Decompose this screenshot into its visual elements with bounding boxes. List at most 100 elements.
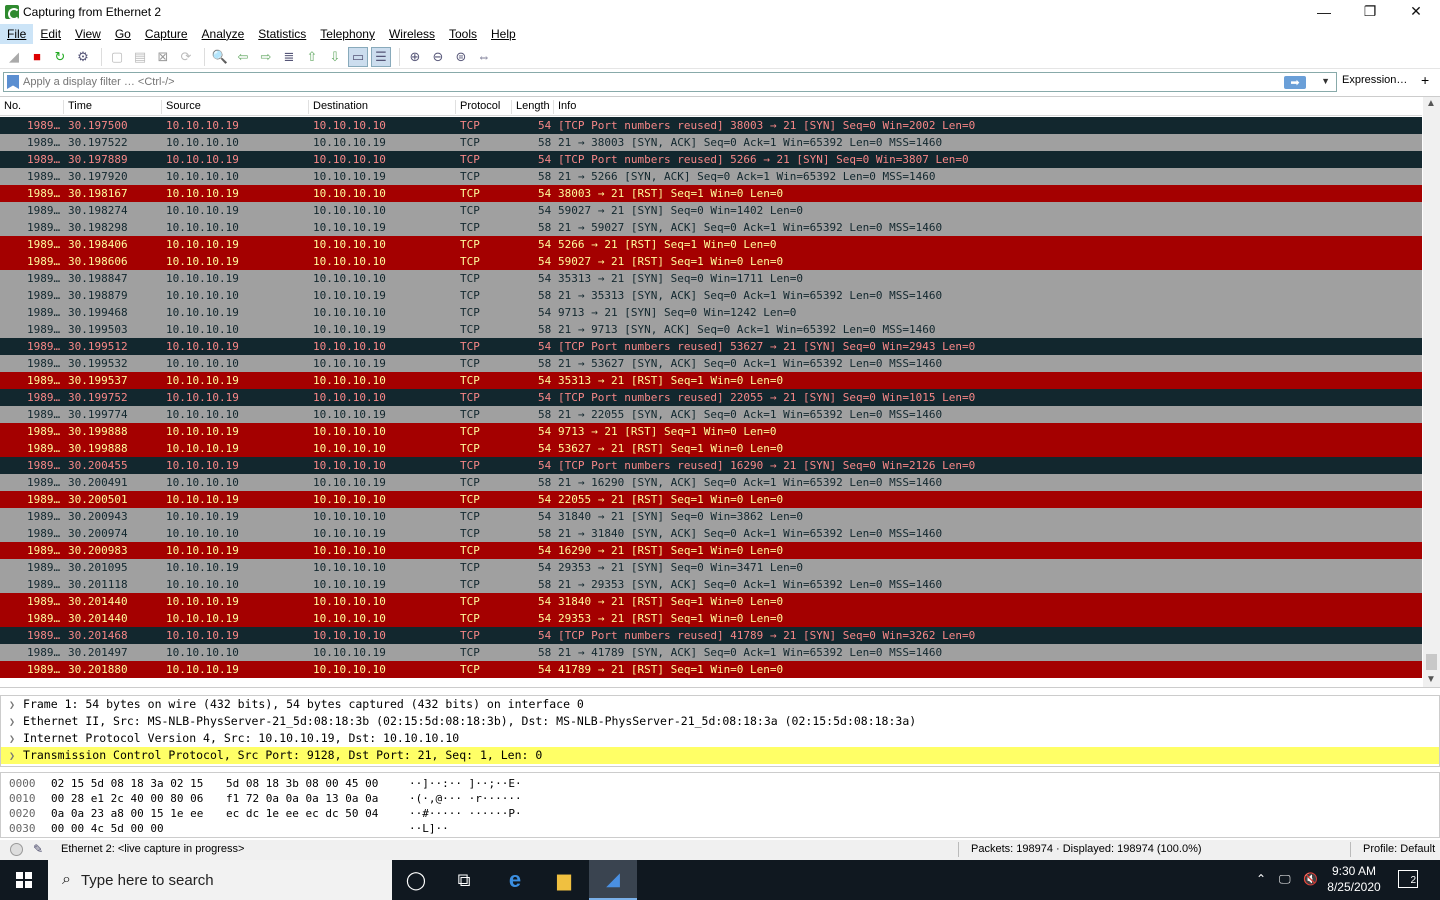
bookmark-icon[interactable] xyxy=(7,75,19,89)
zoom-normal-icon[interactable]: ⊜ xyxy=(451,47,471,67)
apply-filter-arrow-icon[interactable]: ➡ xyxy=(1284,76,1306,89)
packet-row[interactable]: 1989… 30.199888 10.10.10.19 10.10.10.10 TCP 5… xyxy=(0,423,1422,440)
bytes-hex2[interactable]: ec dc 1e ee ec dc 50 04 xyxy=(226,806,378,821)
go-forward-icon[interactable]: ⇨ xyxy=(256,47,276,67)
bytes-ascii[interactable]: ·(·,@··· ·r······ xyxy=(409,791,522,806)
col-time[interactable]: Time xyxy=(63,100,92,114)
packet-row[interactable]: 1989… 30.198167 10.10.10.19 10.10.10.10 TCP 5… xyxy=(0,185,1422,202)
bytes-ascii[interactable]: ··]··:·· ]··;··E· xyxy=(409,776,522,791)
close-button[interactable]: ✕ xyxy=(1393,0,1439,23)
col-protocol[interactable]: Protocol xyxy=(455,100,500,114)
detail-tree-item[interactable]: ❯ Frame 1: 54 bytes on wire (432 bits), 5… xyxy=(1,696,1439,713)
packet-row[interactable]: 1989… 30.197889 10.10.10.19 10.10.10.10 TCP 5… xyxy=(0,151,1422,168)
find-packet-icon[interactable]: 🔍 xyxy=(210,47,230,67)
menu-telephony[interactable]: Telephony xyxy=(313,24,382,44)
packet-row[interactable]: 1989… 30.201468 10.10.10.19 10.10.10.10 TCP 5… xyxy=(0,627,1422,644)
packet-list-scrollbar[interactable]: ▲ ▼ xyxy=(1423,97,1440,687)
packet-row[interactable]: 1989… 30.201440 10.10.10.19 10.10.10.10 TCP 5… xyxy=(0,610,1422,627)
go-to-packet-icon[interactable]: ≣ xyxy=(279,47,299,67)
packet-row[interactable]: 1989… 30.198274 10.10.10.19 10.10.10.10 TCP 5… xyxy=(0,202,1422,219)
network-icon[interactable]: 🖵 xyxy=(1279,872,1291,887)
packet-row[interactable]: 1989… 30.200455 10.10.10.19 10.10.10.10 TCP 5… xyxy=(0,457,1422,474)
capture-comment-icon[interactable]: ✎ xyxy=(33,842,43,856)
packet-row[interactable]: 1989… 30.197920 10.10.10.10 10.10.10.19 TCP 5… xyxy=(0,168,1422,185)
menu-go[interactable]: Go xyxy=(108,24,138,44)
taskbar-search[interactable]: ⌕ Type here to search xyxy=(48,860,392,900)
resize-columns-icon[interactable]: ⇔ xyxy=(474,47,494,67)
packet-row[interactable]: 1989… 30.201118 10.10.10.10 10.10.10.19 TCP 5… xyxy=(0,576,1422,593)
menu-file[interactable]: File xyxy=(0,24,34,44)
colorize-icon[interactable]: ☰ xyxy=(371,46,391,67)
save-file-icon[interactable]: ▤ xyxy=(130,47,150,67)
packet-row[interactable]: 1989… 30.200943 10.10.10.19 10.10.10.10 TCP 5… xyxy=(0,508,1422,525)
detail-tree-item[interactable]: ❯ Internet Protocol Version 4, Src: 10.10… xyxy=(1,730,1439,747)
packet-row[interactable]: 1989… 30.198847 10.10.10.19 10.10.10.10 TCP 5… xyxy=(0,270,1422,287)
scroll-up-icon[interactable]: ▲ xyxy=(1426,98,1436,109)
detail-tree-item[interactable]: ❯ Ethernet II, Src: MS-NLB-PhysServer-21_… xyxy=(1,713,1439,730)
edge-browser-icon[interactable]: e xyxy=(491,860,539,900)
detail-tree-item[interactable]: ❯ Transmission Control Protocol, Src Port… xyxy=(1,747,1439,764)
go-back-icon[interactable]: ⇦ xyxy=(233,47,253,67)
bytes-hex1[interactable]: 0a 0a 23 a8 00 15 1e ee xyxy=(51,806,203,821)
bytes-hex2[interactable]: f1 72 0a 0a 0a 13 0a 0a xyxy=(226,791,378,806)
menu-analyze[interactable]: Analyze xyxy=(195,24,252,44)
zoom-out-icon[interactable]: ⊖ xyxy=(428,47,448,67)
col-info[interactable]: Info xyxy=(553,100,576,114)
cortana-icon[interactable]: ◯ xyxy=(392,860,440,900)
expand-arrow-icon[interactable]: ❯ xyxy=(9,700,15,711)
menu-help[interactable]: Help xyxy=(484,24,523,44)
capture-options-icon[interactable]: ⚙ xyxy=(73,47,93,67)
packet-row[interactable]: 1989… 30.198879 10.10.10.10 10.10.10.19 TCP 5… xyxy=(0,287,1422,304)
autoscroll-icon[interactable]: ▭ xyxy=(348,46,368,67)
display-filter-input[interactable] xyxy=(23,76,1283,88)
menu-statistics[interactable]: Statistics xyxy=(251,24,313,44)
menu-capture[interactable]: Capture xyxy=(138,24,195,44)
expert-info-icon[interactable] xyxy=(10,843,23,856)
packet-row[interactable]: 1989… 30.199774 10.10.10.10 10.10.10.19 TCP 5… xyxy=(0,406,1422,423)
expression-button[interactable]: Expression… xyxy=(1342,74,1407,86)
packet-row[interactable]: 1989… 30.199752 10.10.10.19 10.10.10.10 TCP 5… xyxy=(0,389,1422,406)
menu-wireless[interactable]: Wireless xyxy=(382,24,442,44)
filter-dropdown-icon[interactable]: ▼ xyxy=(1321,76,1330,86)
packet-row[interactable]: 1989… 30.198406 10.10.10.19 10.10.10.10 TCP 5… xyxy=(0,236,1422,253)
packet-row[interactable]: 1989… 30.201497 10.10.10.10 10.10.10.19 TCP 5… xyxy=(0,644,1422,661)
profile-label[interactable]: Profile: Default xyxy=(1363,843,1435,855)
go-last-icon[interactable]: ⇩ xyxy=(325,47,345,67)
packet-row[interactable]: 1989… 30.197500 10.10.10.19 10.10.10.10 TCP 5… xyxy=(0,117,1422,134)
bytes-hex1[interactable]: 00 28 e1 2c 40 00 80 06 xyxy=(51,791,203,806)
restart-capture-icon[interactable]: ↻ xyxy=(50,47,70,67)
col-no[interactable]: No. xyxy=(0,100,21,114)
notification-center-icon[interactable]: 2 xyxy=(1398,870,1418,888)
zoom-in-icon[interactable]: ⊕ xyxy=(405,47,425,67)
packet-row[interactable]: 1989… 30.200974 10.10.10.10 10.10.10.19 TCP 5… xyxy=(0,525,1422,542)
volume-muted-icon[interactable]: 🔇 xyxy=(1303,872,1318,886)
close-file-icon[interactable]: ⊠ xyxy=(153,47,173,67)
packet-row[interactable]: 1989… 30.199503 10.10.10.10 10.10.10.19 TCP 5… xyxy=(0,321,1422,338)
packet-row[interactable]: 1989… 30.201880 10.10.10.19 10.10.10.10 TCP 5… xyxy=(0,661,1422,678)
menu-edit[interactable]: Edit xyxy=(33,24,68,44)
bytes-ascii[interactable]: ··#····· ······P· xyxy=(409,806,522,821)
bytes-hex1[interactable]: 02 15 5d 08 18 3a 02 15 xyxy=(51,776,203,791)
col-destination[interactable]: Destination xyxy=(308,100,368,114)
packet-row[interactable]: 1989… 30.200983 10.10.10.19 10.10.10.10 TCP 5… xyxy=(0,542,1422,559)
bytes-ascii[interactable]: ··L]·· xyxy=(409,821,449,836)
open-file-icon[interactable]: ▢ xyxy=(107,47,127,67)
expand-arrow-icon[interactable]: ❯ xyxy=(9,717,15,728)
stop-capture-icon[interactable]: ■ xyxy=(27,47,47,67)
packet-row[interactable]: 1989… 30.198298 10.10.10.10 10.10.10.19 TCP 5… xyxy=(0,219,1422,236)
expand-arrow-icon[interactable]: ❯ xyxy=(9,751,15,762)
minimize-button[interactable]: — xyxy=(1301,0,1347,23)
col-length[interactable]: Length xyxy=(511,100,550,114)
packet-row[interactable]: 1989… 30.199532 10.10.10.10 10.10.10.19 TCP 5… xyxy=(0,355,1422,372)
packet-row[interactable]: 1989… 30.201440 10.10.10.19 10.10.10.10 TCP 5… xyxy=(0,593,1422,610)
system-clock[interactable]: 9:30 AM 8/25/2020 xyxy=(1322,863,1386,895)
packet-row[interactable]: 1989… 30.201095 10.10.10.19 10.10.10.10 TCP 5… xyxy=(0,559,1422,576)
task-view-icon[interactable]: ⧉ xyxy=(440,860,488,900)
start-button[interactable] xyxy=(0,860,48,900)
restore-button[interactable]: ❐ xyxy=(1347,0,1393,23)
packet-row[interactable]: 1989… 30.200501 10.10.10.19 10.10.10.10 TCP 5… xyxy=(0,491,1422,508)
wireshark-taskbar-icon[interactable]: ◢ xyxy=(589,860,637,900)
reload-file-icon[interactable]: ⟳ xyxy=(176,47,196,67)
go-first-icon[interactable]: ⇧ xyxy=(302,47,322,67)
file-explorer-icon[interactable]: ▆ xyxy=(540,860,588,900)
